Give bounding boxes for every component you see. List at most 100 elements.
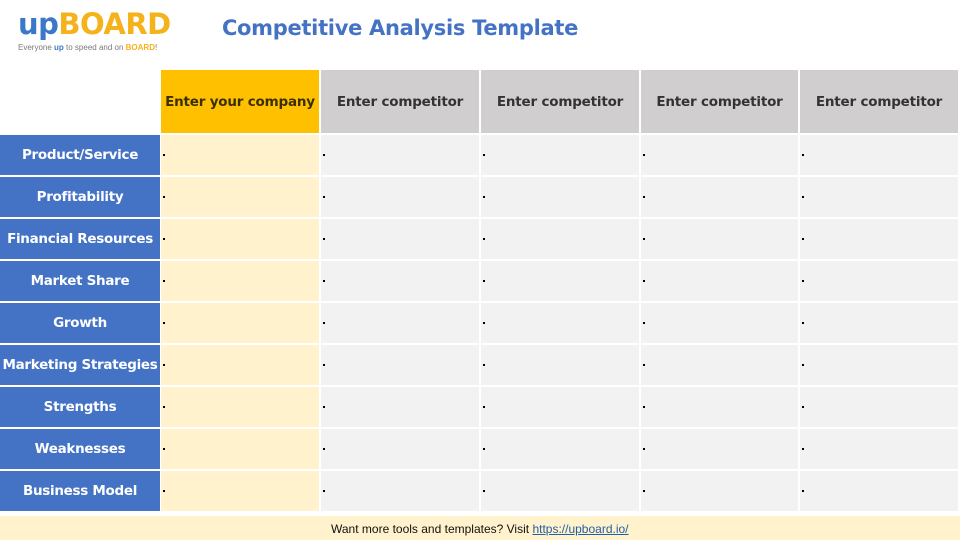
table-cell[interactable] — [161, 135, 319, 175]
table-cell[interactable] — [481, 135, 639, 175]
bullet-icon — [323, 154, 325, 156]
bullet-icon — [163, 154, 165, 156]
table-cell[interactable] — [641, 135, 798, 175]
bullet-icon — [802, 322, 804, 324]
bullet-icon — [802, 448, 804, 450]
table-cell[interactable] — [321, 345, 479, 385]
bullet-icon — [323, 448, 325, 450]
bullet-icon — [163, 196, 165, 198]
bullet-icon — [163, 280, 165, 282]
competitor-header[interactable]: Enter competitor — [321, 70, 479, 133]
table-cell[interactable] — [321, 303, 479, 343]
competitor-header[interactable]: Enter competitor — [481, 70, 639, 133]
bullet-icon — [643, 196, 645, 198]
table-cell[interactable] — [800, 387, 958, 427]
bullet-icon — [323, 406, 325, 408]
table-cell[interactable] — [481, 303, 639, 343]
bullet-icon — [163, 448, 165, 450]
table-cell[interactable] — [161, 261, 319, 301]
table-cell[interactable] — [800, 303, 958, 343]
table-cell[interactable] — [800, 429, 958, 469]
bullet-icon — [163, 238, 165, 240]
row-label: Growth — [0, 303, 160, 343]
table-cell[interactable] — [481, 387, 639, 427]
bullet-icon — [163, 490, 165, 492]
row-label: Marketing Strategies — [0, 345, 160, 385]
table-cell[interactable] — [481, 177, 639, 217]
tagline-end: ! — [154, 43, 158, 52]
table-cell[interactable] — [481, 261, 639, 301]
table-cell[interactable] — [321, 177, 479, 217]
table-cell[interactable] — [161, 387, 319, 427]
table-cell[interactable] — [321, 135, 479, 175]
row-label: Market Share — [0, 261, 160, 301]
table-cell[interactable] — [161, 303, 319, 343]
table-cell[interactable] — [161, 219, 319, 259]
table-cell[interactable] — [161, 471, 319, 511]
table-cell[interactable] — [321, 429, 479, 469]
bullet-icon — [643, 490, 645, 492]
bullet-icon — [483, 490, 485, 492]
table-cell[interactable] — [641, 387, 798, 427]
footer-text-wrap: Want more tools and templates? Visit htt… — [331, 522, 629, 536]
tagline-pre: Everyone — [18, 43, 55, 52]
table-cell[interactable] — [641, 261, 798, 301]
tagline-up: up — [54, 43, 64, 52]
bullet-icon — [323, 322, 325, 324]
bullet-icon — [643, 280, 645, 282]
table-cell[interactable] — [800, 219, 958, 259]
competitor-header[interactable]: Enter competitor — [800, 70, 958, 133]
table-cell[interactable] — [800, 261, 958, 301]
bullet-icon — [643, 238, 645, 240]
table-cell[interactable] — [321, 387, 479, 427]
table-cell[interactable] — [321, 261, 479, 301]
logo-board: BOARD — [58, 7, 171, 41]
upboard-link[interactable]: https://upboard.io/ — [532, 522, 628, 536]
bullet-icon — [802, 196, 804, 198]
table-cell[interactable] — [161, 177, 319, 217]
table-cell[interactable] — [641, 219, 798, 259]
table-cell[interactable] — [481, 471, 639, 511]
table-cell[interactable] — [800, 345, 958, 385]
bullet-icon — [802, 238, 804, 240]
table-cell[interactable] — [481, 219, 639, 259]
bullet-icon — [483, 448, 485, 450]
table-cell[interactable] — [161, 429, 319, 469]
bullet-icon — [643, 322, 645, 324]
bullet-icon — [643, 364, 645, 366]
row-label: Profitability — [0, 177, 160, 217]
logo-tagline: Everyone up to speed and on BOARD! — [18, 43, 188, 52]
table-cell[interactable] — [481, 429, 639, 469]
bullet-icon — [643, 154, 645, 156]
table-cell[interactable] — [641, 429, 798, 469]
table-cell[interactable] — [321, 219, 479, 259]
bullet-icon — [323, 364, 325, 366]
row-label: Product/Service — [0, 135, 160, 175]
tagline-mid: to speed and on — [63, 43, 126, 52]
table-cell[interactable] — [321, 471, 479, 511]
row-label: Financial Resources — [0, 219, 160, 259]
bullet-icon — [643, 448, 645, 450]
bullet-icon — [483, 238, 485, 240]
company-header[interactable]: Enter your company — [161, 70, 319, 133]
page-title: Competitive Analysis Template — [221, 16, 579, 40]
bullet-icon — [323, 490, 325, 492]
table-cell[interactable] — [641, 303, 798, 343]
row-label: Business Model — [0, 471, 160, 511]
bullet-icon — [323, 196, 325, 198]
bullet-icon — [323, 280, 325, 282]
table-cell[interactable] — [641, 177, 798, 217]
table-cell[interactable] — [161, 345, 319, 385]
table-cell[interactable] — [641, 471, 798, 511]
row-label: Strengths — [0, 387, 160, 427]
footer-banner: Want more tools and templates? Visit htt… — [0, 516, 960, 540]
table-cell[interactable] — [800, 135, 958, 175]
bullet-icon — [802, 406, 804, 408]
bullet-icon — [802, 364, 804, 366]
bullet-icon — [163, 322, 165, 324]
table-cell[interactable] — [481, 345, 639, 385]
table-cell[interactable] — [800, 177, 958, 217]
competitor-header[interactable]: Enter competitor — [641, 70, 798, 133]
table-cell[interactable] — [800, 471, 958, 511]
table-cell[interactable] — [641, 345, 798, 385]
